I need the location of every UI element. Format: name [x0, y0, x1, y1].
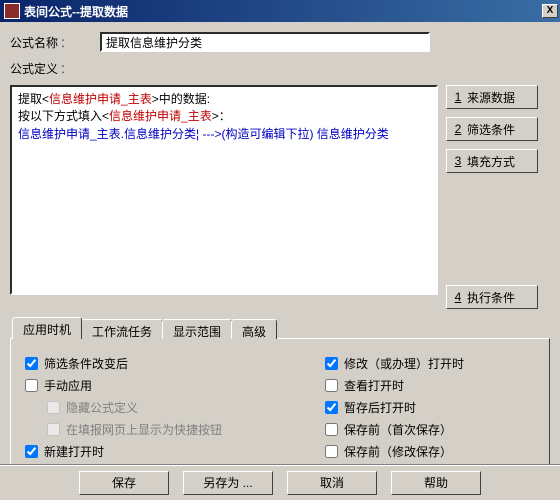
chk-manual-apply[interactable] — [25, 379, 38, 392]
chk-label: 保存前（修改保存） — [344, 443, 452, 460]
tab-advanced[interactable]: 高级 — [231, 319, 277, 339]
chk-open-modify[interactable] — [325, 357, 338, 370]
formula-def-label: 公式定义： — [10, 60, 100, 77]
formula-text: 按以下方式填入< — [18, 109, 109, 123]
tab-workflow[interactable]: 工作流任务 — [81, 319, 163, 339]
chk-after-filter-change[interactable] — [25, 357, 38, 370]
chk-label: 保存前（首次保存） — [344, 421, 452, 438]
chk-label: 在填报网页上显示为快捷按钮 — [66, 421, 222, 438]
exec-condition-button[interactable]: 4执行条件 — [446, 285, 538, 309]
chk-label: 隐藏公式定义 — [66, 399, 138, 416]
bottom-bar: 保存 另存为 ... 取消 帮助 — [0, 464, 560, 500]
chk-hide-formula-def — [47, 401, 60, 414]
chk-label: 修改（或办理）打开时 — [344, 355, 464, 372]
save-button[interactable]: 保存 — [79, 471, 169, 495]
chk-open-after-tempsave[interactable] — [325, 401, 338, 414]
tab-timing[interactable]: 应用时机 — [12, 317, 82, 339]
app-icon — [4, 3, 20, 19]
source-data-button[interactable]: 1来源数据 — [446, 85, 538, 109]
chk-show-shortcut-web — [47, 423, 60, 436]
tab-scope[interactable]: 显示范围 — [162, 319, 232, 339]
chk-label: 筛选条件改变后 — [44, 355, 128, 372]
tab-container: 应用时机 工作流任务 显示范围 高级 筛选条件改变后 手动应用 隐藏公式定义 在… — [10, 317, 550, 486]
cancel-button[interactable]: 取消 — [287, 471, 377, 495]
chk-before-save-modify[interactable] — [325, 445, 338, 458]
formula-mapping: 信息维护申请_主表.信息维护分类¦ --->(构造可编辑下拉) 信息维护分类 — [18, 127, 389, 141]
chk-label: 暂存后打开时 — [344, 399, 416, 416]
chk-label: 新建打开时 — [44, 443, 104, 460]
formula-definition-area[interactable]: 提取<信息维护申请_主表>中的数据: 按以下方式填入<信息维护申请_主表>： 信… — [10, 85, 438, 295]
chk-label: 查看打开时 — [344, 377, 404, 394]
formula-name-label: 公式名称： — [10, 34, 100, 51]
filter-condition-button[interactable]: 2筛选条件 — [446, 117, 538, 141]
window-title: 表间公式--提取数据 — [24, 3, 128, 20]
chk-label: 手动应用 — [44, 377, 92, 394]
titlebar: 表间公式--提取数据 X — [0, 0, 560, 22]
formula-text: 提取< — [18, 92, 49, 106]
chk-open-new[interactable] — [25, 445, 38, 458]
formula-def-row: 公式定义： — [10, 60, 550, 77]
chk-before-save-first[interactable] — [325, 423, 338, 436]
fill-mode-button[interactable]: 3填充方式 — [446, 149, 538, 173]
formula-text: >： — [212, 109, 231, 123]
formula-text: >中的数据: — [152, 92, 210, 106]
saveas-button[interactable]: 另存为 ... — [183, 471, 273, 495]
formula-name-row: 公式名称： — [10, 32, 550, 52]
close-icon[interactable]: X — [542, 4, 558, 18]
chk-open-view[interactable] — [325, 379, 338, 392]
formula-name-input[interactable] — [100, 32, 430, 52]
formula-target-table: 信息维护申请_主表 — [109, 109, 212, 123]
formula-source-table: 信息维护申请_主表 — [49, 92, 152, 106]
help-button[interactable]: 帮助 — [391, 471, 481, 495]
side-buttons: 1来源数据 2筛选条件 3填充方式 4执行条件 — [446, 85, 538, 309]
